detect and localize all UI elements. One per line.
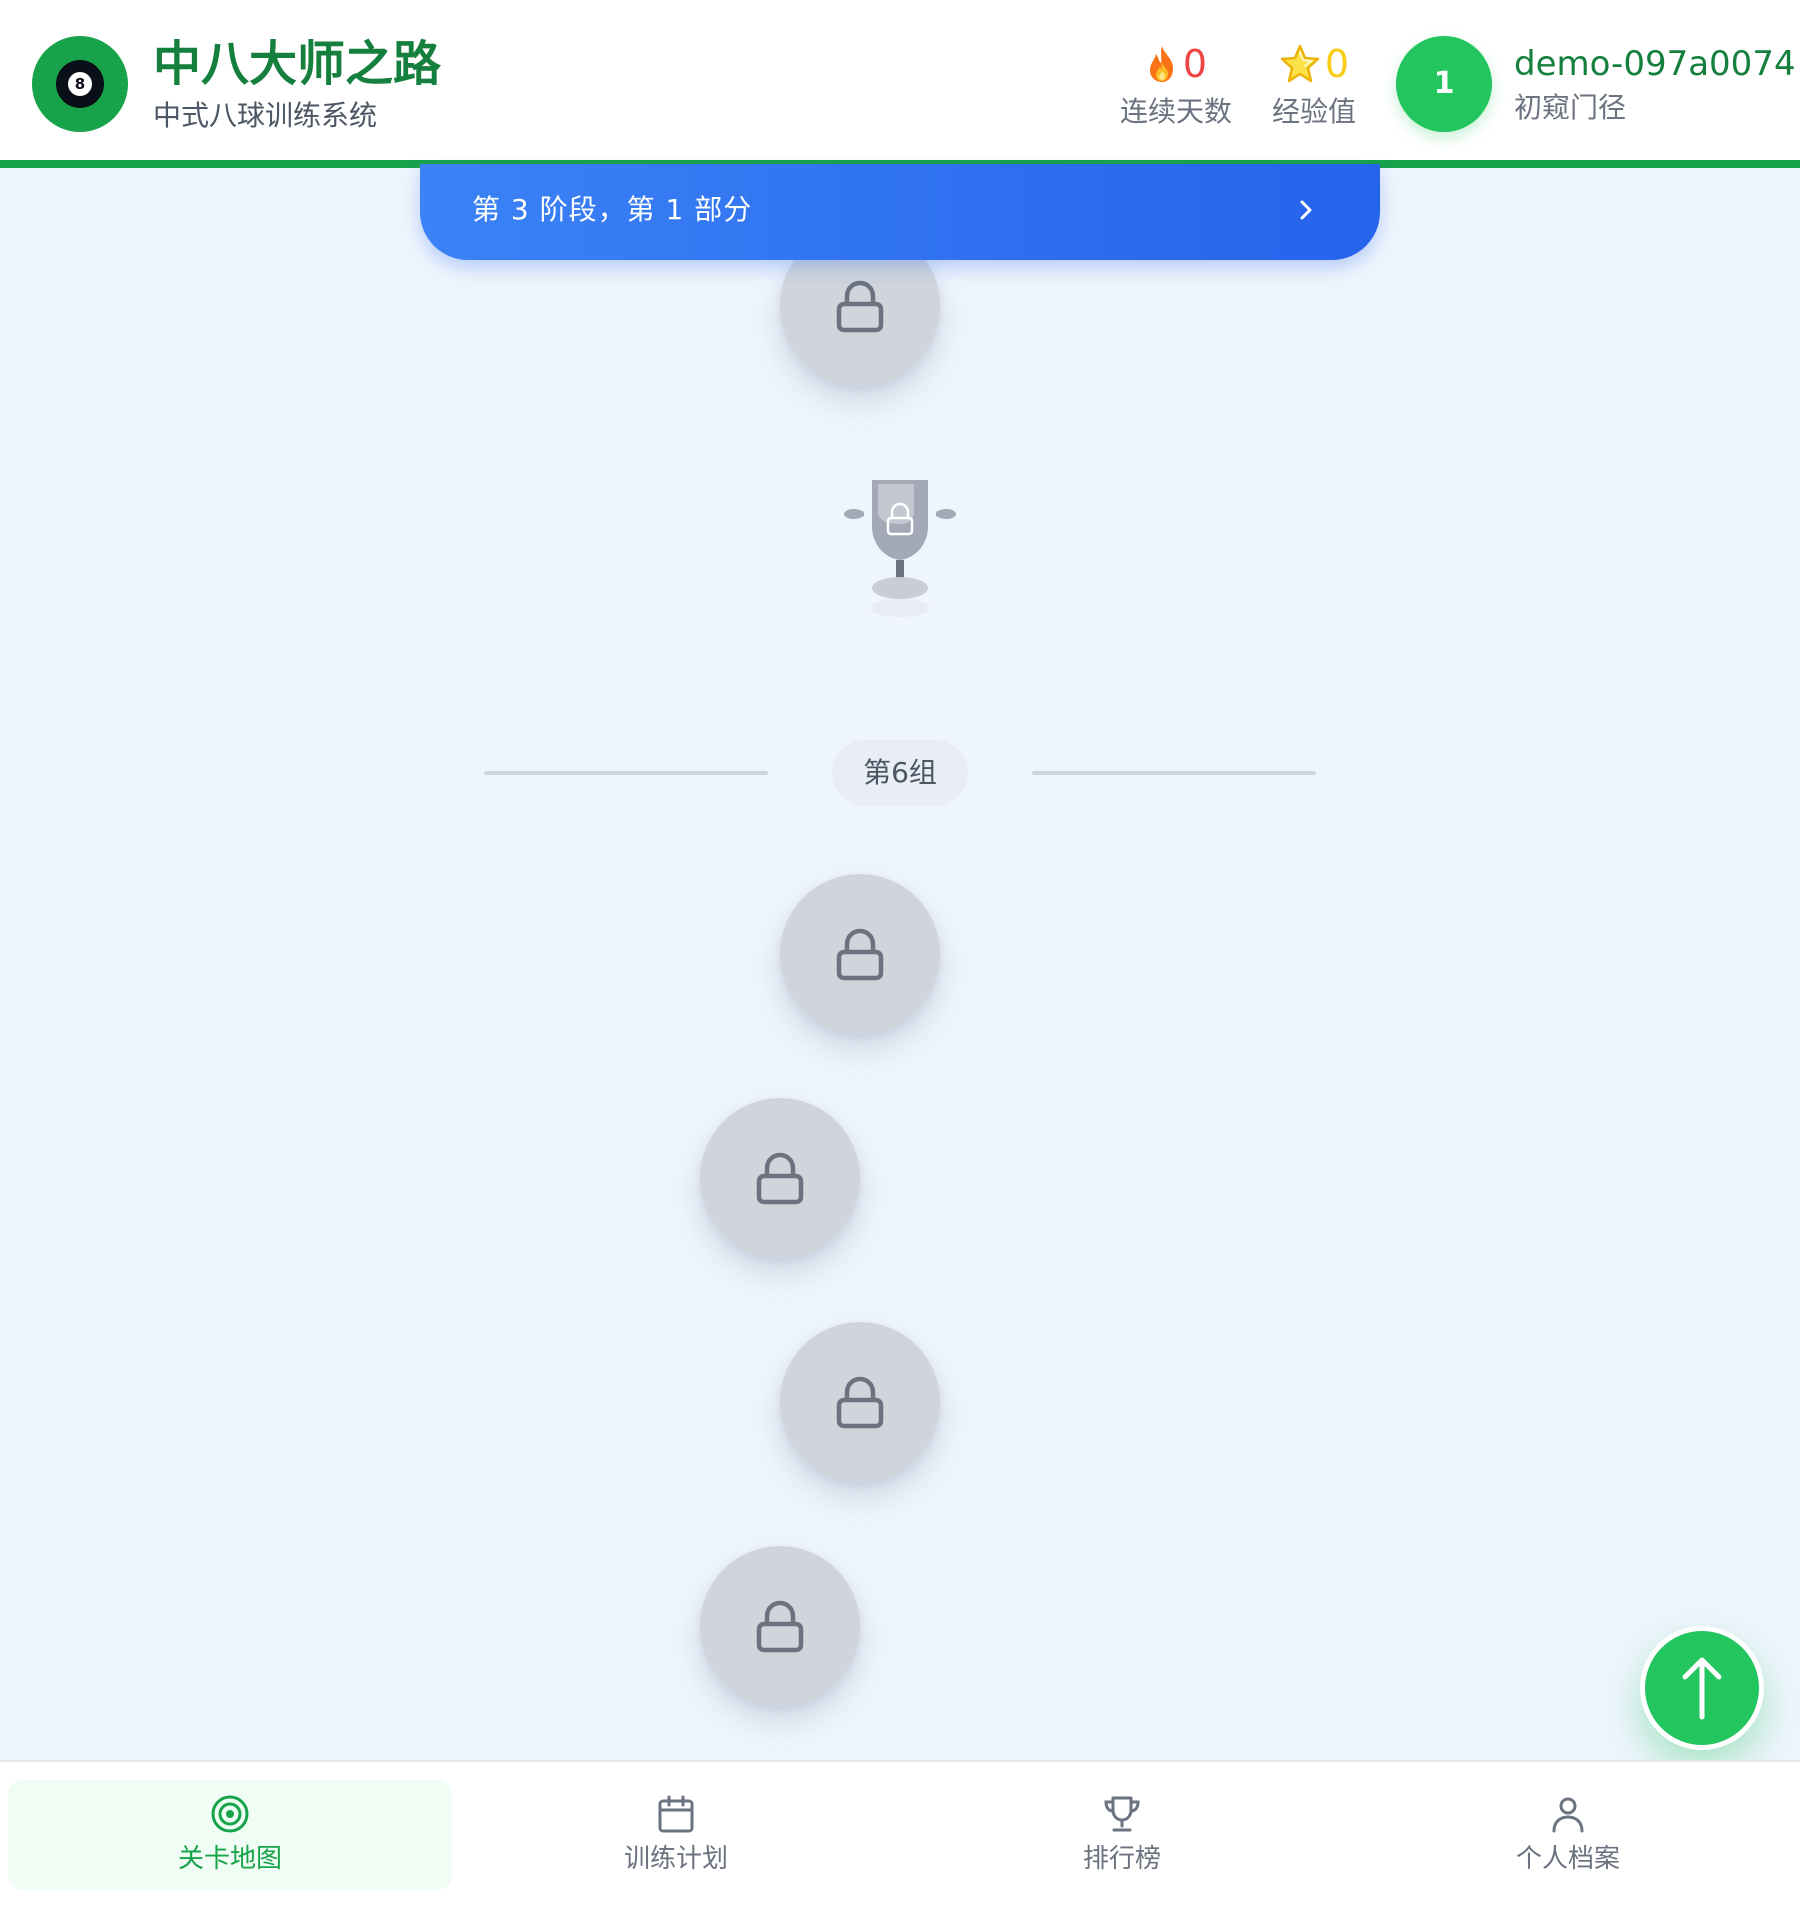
section-banner-text: 第 3 阶段，第 1 部分: [472, 193, 753, 226]
level-node-locked[interactable]: [780, 874, 940, 1034]
divider-line: [1032, 771, 1316, 775]
eight-ball-icon: 8: [56, 60, 104, 108]
chevron-right-icon: [1300, 200, 1312, 220]
ball-number: 8: [68, 72, 92, 96]
xp-stat: 0 经验值: [1262, 38, 1366, 132]
star-icon: [1280, 44, 1320, 83]
target-icon: [211, 1795, 249, 1833]
nav-item-leaderboard[interactable]: 排行榜: [900, 1780, 1344, 1890]
nav-label: 排行榜: [1082, 1844, 1161, 1874]
lock-icon: [836, 928, 884, 981]
streak-stat: 0 连续天数: [1112, 38, 1240, 132]
nav-label: 训练计划: [623, 1844, 728, 1874]
app-title: 中八大师之路: [153, 36, 442, 92]
app-subtitle: 中式八球训练系统: [153, 99, 378, 132]
trophy-icon[interactable]: [820, 468, 980, 618]
top-header: 8 中八大师之路 中式八球训练系统 0 连续天数 0 经验值 1 demo-09…: [0, 0, 1800, 168]
nav-label: 个人档案: [1515, 1844, 1620, 1874]
nav-item-level-map[interactable]: 关卡地图: [8, 1780, 452, 1890]
user-level-badge[interactable]: 1: [1396, 36, 1492, 132]
xp-label: 经验值: [1271, 95, 1356, 128]
xp-value: 0: [1324, 42, 1350, 86]
divider-line: [484, 771, 768, 775]
bottom-navigation: 关卡地图 训练计划 排行榜 个人档案: [0, 1760, 1800, 1906]
section-banner[interactable]: 第 3 阶段，第 1 部分: [420, 164, 1380, 260]
user-icon: [1552, 1797, 1584, 1833]
calendar-icon: [658, 1795, 694, 1833]
level-node-locked[interactable]: [700, 1098, 860, 1258]
trophy-icon: [1104, 1796, 1140, 1832]
nav-label: 关卡地图: [177, 1844, 282, 1874]
arrow-up-icon: [1682, 1657, 1722, 1720]
nav-item-profile[interactable]: 个人档案: [1346, 1780, 1790, 1890]
user-rank: 初窥门径: [1514, 91, 1627, 124]
streak-label: 连续天数: [1119, 95, 1232, 128]
nav-item-training-plan[interactable]: 训练计划: [454, 1780, 898, 1890]
group-label: 第6组: [832, 740, 968, 806]
scroll-to-top-button[interactable]: [1640, 1626, 1764, 1750]
lock-icon: [756, 1152, 804, 1205]
user-name[interactable]: demo-097a0074: [1514, 42, 1796, 86]
level-node-locked[interactable]: [700, 1546, 860, 1706]
lock-icon: [756, 1600, 804, 1653]
level-node-locked[interactable]: [780, 1322, 940, 1482]
streak-value: 0: [1182, 42, 1208, 86]
fire-icon: [1149, 46, 1173, 82]
lock-icon: [836, 280, 884, 333]
lock-icon: [836, 1376, 884, 1429]
app-logo: 8: [32, 36, 128, 132]
